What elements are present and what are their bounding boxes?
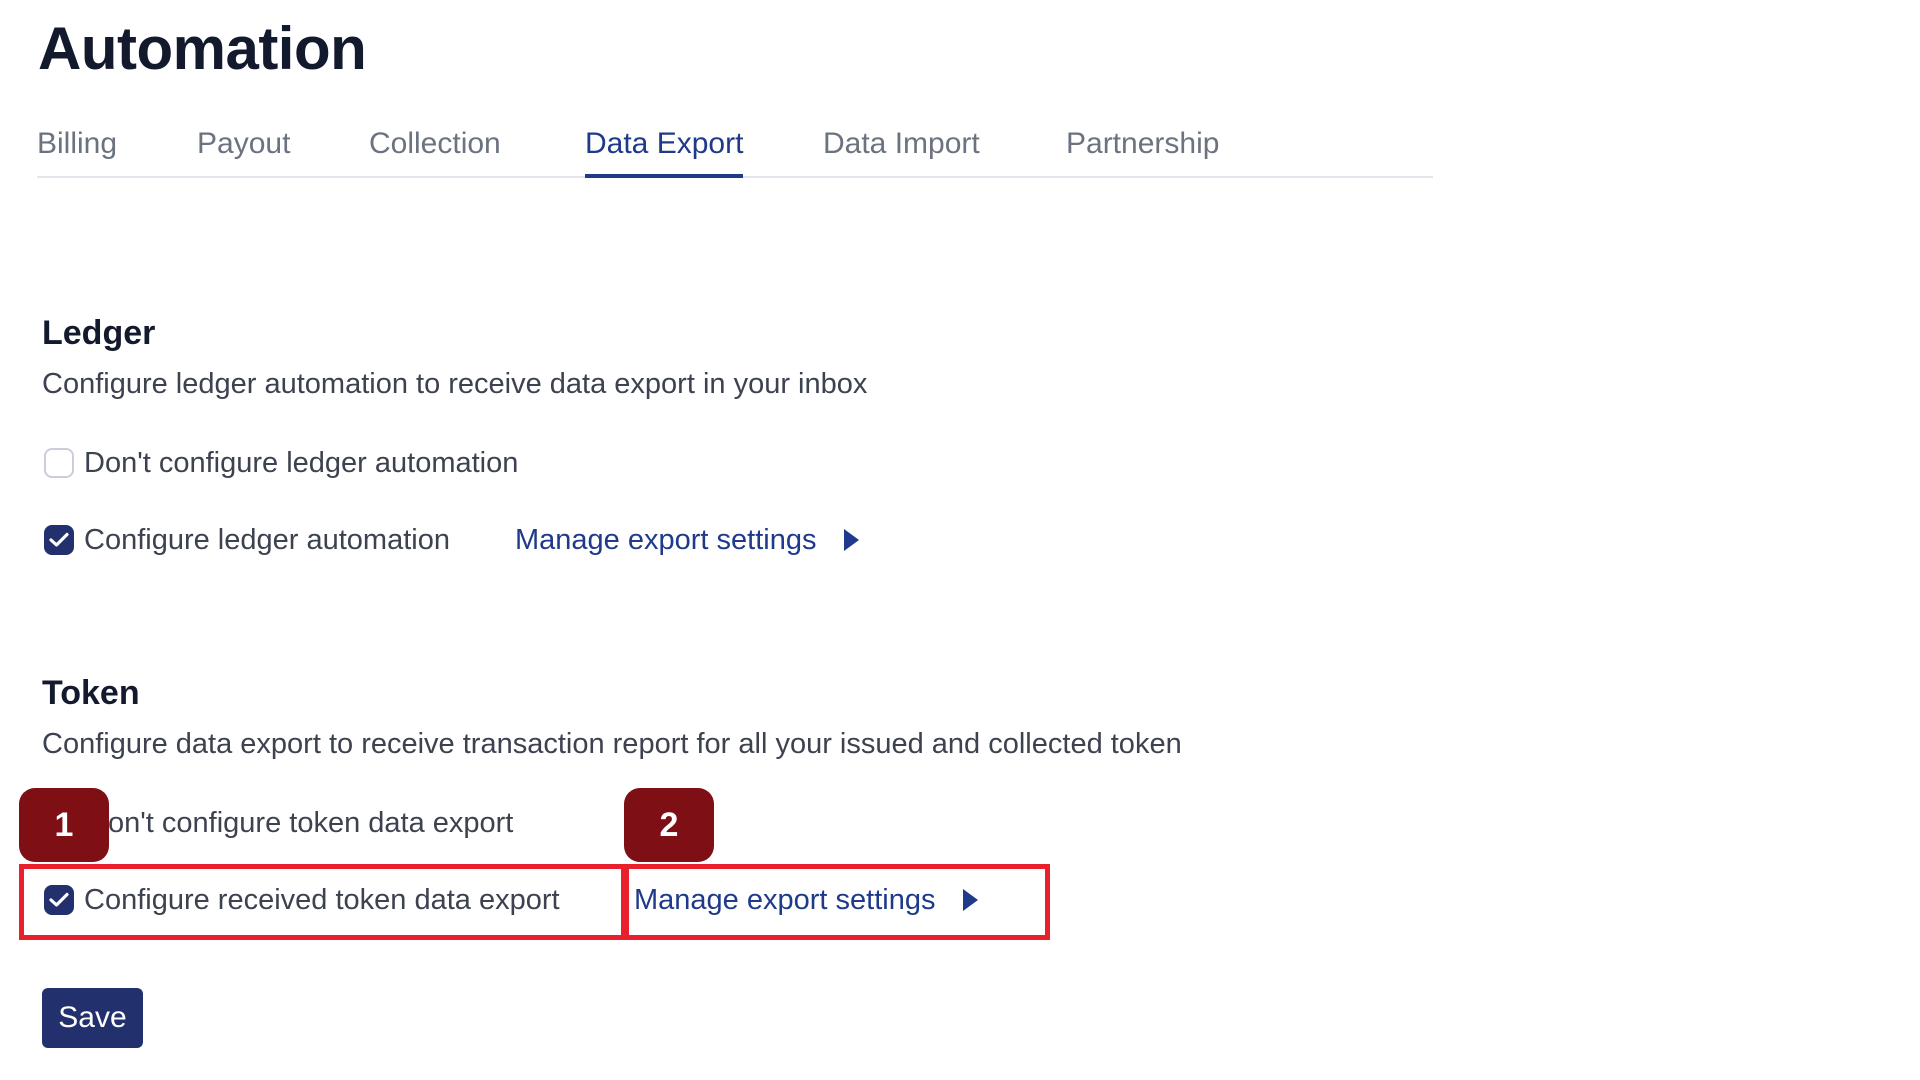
token-dont-configure-label: on't configure token data export — [108, 806, 514, 839]
tab-collection[interactable]: Collection — [369, 126, 501, 174]
tab-partnership[interactable]: Partnership — [1066, 126, 1219, 174]
caret-right-icon — [844, 529, 860, 551]
tab-data-export[interactable]: Data Export — [585, 126, 744, 178]
step-badge-1: 1 — [19, 788, 109, 862]
step-badge-2: 2 — [624, 788, 714, 862]
ledger-manage-export-settings-link[interactable]: Manage export settings — [515, 520, 860, 560]
token-configure-received-checkbox[interactable] — [44, 885, 74, 915]
save-button[interactable]: Save — [42, 988, 143, 1048]
token-option-configure-received[interactable]: Configure received token data export — [44, 880, 560, 920]
ledger-configure-label: Configure ledger automation — [84, 523, 450, 556]
token-manage-export-settings-link[interactable]: Manage export settings — [634, 880, 979, 920]
ledger-manage-export-settings-label: Manage export settings — [515, 523, 817, 556]
token-configure-received-label: Configure received token data export — [84, 883, 560, 916]
token-section-description: Configure data export to receive transac… — [42, 728, 1182, 760]
ledger-dont-configure-label: Don't configure ledger automation — [84, 446, 519, 479]
ledger-dont-configure-checkbox[interactable] — [44, 448, 74, 478]
ledger-section-title: Ledger — [42, 314, 156, 352]
check-icon — [49, 892, 69, 907]
token-manage-export-settings-label: Manage export settings — [634, 883, 936, 916]
ledger-configure-checkbox[interactable] — [44, 525, 74, 555]
token-option-dont-configure[interactable]: on't configure token data export — [108, 803, 513, 843]
token-section-title: Token — [42, 674, 140, 712]
caret-right-icon — [963, 889, 979, 911]
tab-bar: Billing Payout Collection Data Export Da… — [37, 124, 1433, 178]
ledger-section-description: Configure ledger automation to receive d… — [42, 368, 868, 400]
tab-data-import[interactable]: Data Import — [823, 126, 980, 174]
ledger-option-dont-configure[interactable]: Don't configure ledger automation — [44, 443, 518, 483]
tab-payout[interactable]: Payout — [197, 126, 290, 174]
check-icon — [49, 532, 69, 547]
tab-billing[interactable]: Billing — [37, 126, 117, 174]
ledger-option-configure[interactable]: Configure ledger automation — [44, 520, 450, 560]
page-title: Automation — [38, 15, 367, 82]
